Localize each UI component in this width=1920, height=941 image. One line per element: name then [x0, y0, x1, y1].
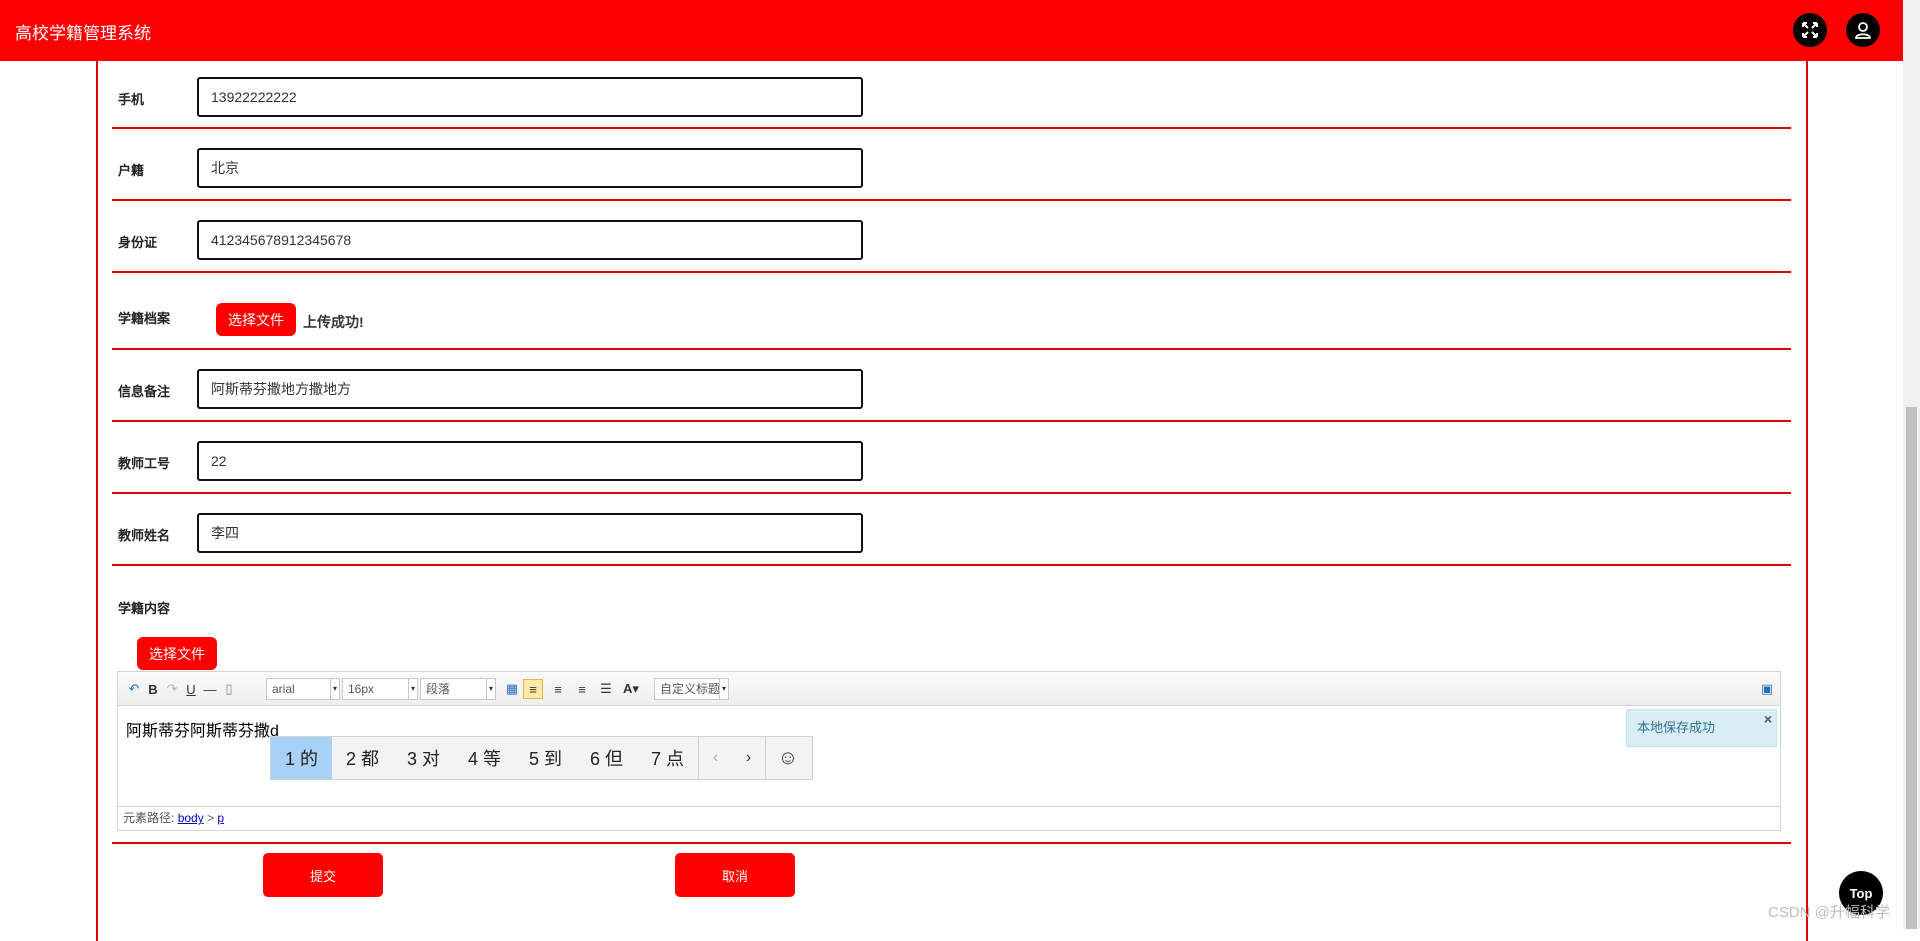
preview-icon[interactable]: ▣: [1757, 679, 1777, 699]
chevron-down-icon: ▾: [719, 679, 728, 699]
hukou-input[interactable]: 北京: [197, 148, 863, 188]
csdn-watermark: CSDN @升幅科学: [1768, 904, 1890, 921]
user-icon: [1855, 22, 1871, 39]
ime-next-icon[interactable]: ›: [732, 737, 765, 779]
teacher-name-input[interactable]: 李四: [197, 513, 863, 553]
app-title: 高校学籍管理系统: [15, 24, 151, 43]
undo-icon[interactable]: ↶: [124, 679, 144, 699]
ime-candidate[interactable]: 3 对: [393, 737, 454, 779]
top-header: 高校学籍管理系统: [0, 0, 1903, 61]
local-save-toast: 本地保存成功 ×: [1626, 709, 1777, 747]
ime-candidate[interactable]: 2 都: [332, 737, 393, 779]
align-justify-icon[interactable]: ☰: [596, 679, 616, 699]
user-button[interactable]: [1846, 13, 1880, 47]
emoji-icon[interactable]: ☺: [766, 737, 810, 779]
editor-toolbar: ↶ B ↷ U — ▯ arial ▾ 16px ▾ 段落 ▾ ▦ ≡ ≡ ≡ ☰ A…: [118, 672, 1780, 706]
chevron-down-icon: ▾: [408, 679, 417, 699]
phone-input[interactable]: 13922222222: [197, 77, 863, 117]
font-family-value: arial: [272, 682, 295, 696]
align-center-icon[interactable]: ≡: [572, 679, 592, 699]
archive-label: 学籍档案: [118, 311, 171, 326]
ime-candidate[interactable]: 1 的: [271, 737, 332, 779]
fullscreen-button[interactable]: [1793, 13, 1827, 47]
close-icon[interactable]: ×: [1764, 701, 1772, 737]
custom-title-value: 自定义标题: [660, 682, 721, 696]
font-color-icon[interactable]: A▾: [621, 679, 641, 699]
ime-candidate-window: 1 的 2 都 3 对 4 等 5 到 6 但 7 点 ‹ › ☺: [270, 736, 813, 780]
chevron-down-icon: ▾: [330, 679, 339, 699]
path-body-link[interactable]: body: [178, 811, 204, 825]
align-right-icon[interactable]: ≡: [548, 679, 568, 699]
path-separator: >: [207, 811, 215, 825]
align-left-icon[interactable]: ≡: [523, 679, 543, 699]
horizontal-rule-icon[interactable]: —: [200, 679, 220, 699]
font-family-select[interactable]: arial ▾: [266, 678, 340, 700]
toast-message: 本地保存成功: [1637, 720, 1716, 735]
editor-content[interactable]: 阿斯蒂芬阿斯蒂芬撒d: [126, 717, 279, 741]
ime-prev-icon[interactable]: ‹: [699, 737, 732, 779]
submit-button[interactable]: 提交: [263, 853, 383, 897]
ime-candidate[interactable]: 7 点: [637, 737, 698, 779]
idcard-input[interactable]: 412345678912345678: [197, 220, 863, 260]
scrollbar-thumb[interactable]: [1906, 407, 1917, 929]
idcard-label: 身份证: [118, 235, 158, 250]
cancel-button[interactable]: 取消: [675, 853, 795, 897]
ime-candidate[interactable]: 5 到: [515, 737, 576, 779]
redo-icon[interactable]: ↷: [162, 679, 182, 699]
path-p-link[interactable]: p: [217, 811, 224, 825]
fullscreen-icon: [1802, 22, 1818, 38]
form-row-teacher-name: 教师姓名 李四: [112, 494, 1791, 566]
custom-title-select[interactable]: 自定义标题 ▾: [654, 678, 729, 700]
editor-statusbar: 元素路径: body > p: [118, 806, 1780, 830]
font-size-select[interactable]: 16px ▾: [342, 678, 418, 700]
content-choose-file-button[interactable]: 选择文件: [137, 637, 217, 670]
underline-icon[interactable]: U: [181, 679, 201, 699]
form-row-idcard: 身份证 412345678912345678: [112, 201, 1791, 273]
remark-input[interactable]: 阿斯蒂芬撒地方撒地方: [197, 369, 863, 409]
teacher-name-label: 教师姓名: [118, 528, 171, 543]
paragraph-value: 段落: [426, 682, 451, 696]
hukou-label: 户籍: [118, 163, 145, 178]
archive-choose-file-button[interactable]: 选择文件: [216, 303, 296, 336]
form-row-remark: 信息备注 阿斯蒂芬撒地方撒地方: [112, 350, 1791, 422]
font-size-value: 16px: [348, 682, 375, 696]
ime-candidate[interactable]: 4 等: [454, 737, 515, 779]
remark-label: 信息备注: [118, 384, 171, 399]
form-row-archive: 学籍档案 选择文件 上传成功!: [112, 273, 1791, 350]
phone-label: 手机: [118, 92, 145, 107]
chevron-down-icon: ▾: [486, 679, 495, 699]
form-row-hukou: 户籍 北京: [112, 129, 1791, 201]
teacher-no-input[interactable]: 22: [197, 441, 863, 481]
paragraph-select[interactable]: 段落 ▾: [420, 678, 496, 700]
teacher-no-label: 教师工号: [118, 456, 171, 471]
ime-candidate[interactable]: 6 但: [576, 737, 637, 779]
bold-icon[interactable]: B: [143, 679, 163, 699]
table-icon[interactable]: ▦: [502, 679, 522, 699]
page-icon[interactable]: ▯: [219, 679, 239, 699]
content-label: 学籍内容: [118, 601, 171, 616]
form-row-teacher-no: 教师工号 22: [112, 422, 1791, 494]
upload-status: 上传成功!: [303, 314, 364, 330]
form-row-phone: 手机 13922222222: [112, 61, 1791, 129]
element-path-label: 元素路径:: [123, 811, 175, 825]
page-scrollbar[interactable]: [1903, 0, 1920, 929]
